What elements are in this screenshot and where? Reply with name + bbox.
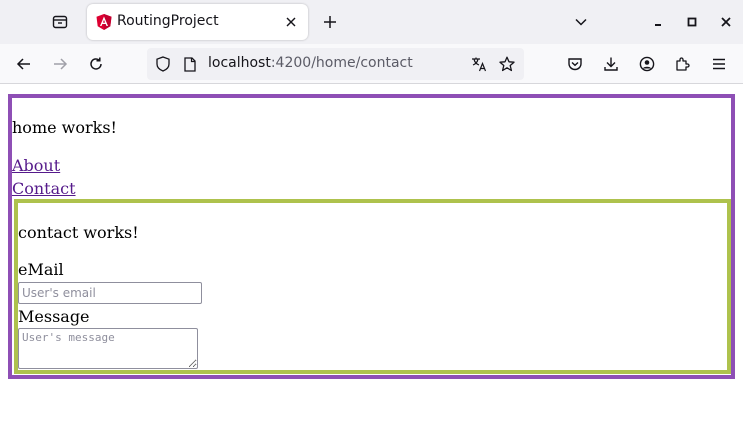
back-arrow-icon (16, 58, 30, 70)
account-icon (639, 56, 655, 72)
tab-strip: RoutingProject (0, 0, 743, 44)
url-host: localhost (208, 55, 271, 71)
forward-arrow-icon (54, 58, 68, 70)
shield-icon[interactable] (155, 56, 171, 72)
maximize-button[interactable] (680, 10, 704, 34)
firefox-view-button[interactable] (48, 10, 72, 34)
active-tab[interactable]: RoutingProject (87, 4, 308, 40)
address-bar[interactable]: localhost:4200/home/contact (147, 48, 524, 80)
bookmark-star-icon[interactable] (499, 56, 515, 72)
navigation-toolbar: localhost:4200/home/contact (0, 44, 743, 84)
reload-icon (90, 57, 102, 70)
pocket-button[interactable] (563, 52, 587, 76)
close-window-button[interactable] (714, 10, 738, 34)
contact-link[interactable]: Contact (12, 179, 76, 198)
hamburger-menu-icon (713, 58, 725, 70)
email-label: eMail (18, 260, 64, 279)
url-path: :4200/home/contact (270, 55, 413, 71)
puzzle-piece-icon (676, 57, 690, 71)
email-field[interactable] (18, 282, 202, 304)
forward-button[interactable] (48, 52, 72, 76)
extensions-button[interactable] (671, 52, 695, 76)
download-icon (604, 57, 618, 71)
pocket-icon (568, 58, 582, 71)
contact-component: contact works! eMail Message (14, 199, 731, 374)
minimize-icon (655, 24, 661, 26)
plus-icon (324, 16, 336, 28)
home-component: home works! About Contact contact works!… (8, 94, 735, 379)
list-all-tabs-button[interactable] (569, 10, 593, 34)
tab-close-icon[interactable] (282, 13, 300, 31)
message-label: Message (18, 307, 90, 326)
chevron-down-icon (575, 18, 587, 26)
tab-title: RoutingProject (117, 13, 219, 29)
page-info-icon[interactable] (182, 56, 198, 72)
message-field[interactable] (18, 328, 198, 369)
contact-text: contact works! (18, 223, 139, 242)
angular-favicon-icon (96, 14, 112, 30)
app-menu-button[interactable] (707, 52, 731, 76)
back-button[interactable] (12, 52, 36, 76)
translate-icon[interactable] (471, 56, 487, 72)
new-tab-button[interactable] (318, 10, 342, 34)
close-icon (721, 17, 731, 27)
reload-button[interactable] (84, 52, 108, 76)
url-text[interactable]: localhost:4200/home/contact (208, 55, 413, 71)
maximize-icon (687, 17, 697, 27)
about-link[interactable]: About (12, 156, 60, 175)
home-text: home works! (12, 118, 117, 137)
page-content: home works! About Contact contact works!… (0, 85, 743, 423)
account-button[interactable] (635, 52, 659, 76)
downloads-button[interactable] (599, 52, 623, 76)
minimize-button[interactable] (646, 10, 670, 34)
tab-list-icon (52, 15, 68, 29)
